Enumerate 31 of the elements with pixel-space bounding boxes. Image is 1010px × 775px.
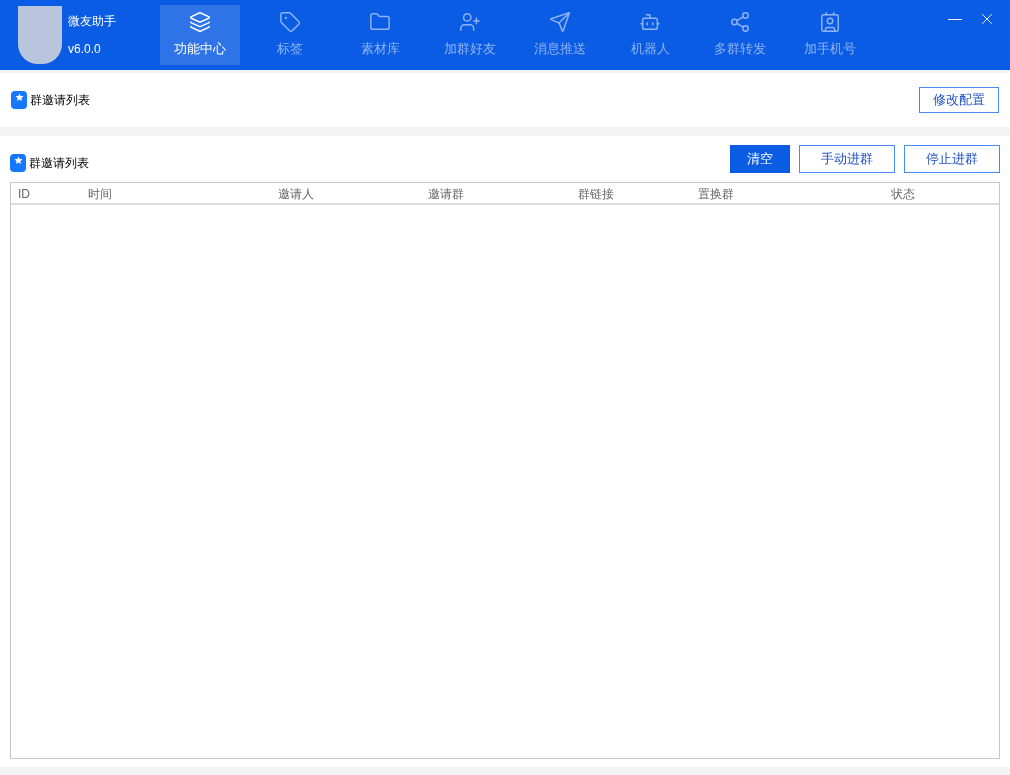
nav-tab[interactable]: 功能中心 xyxy=(160,5,240,65)
action-button[interactable]: 停止进群 xyxy=(904,145,1000,173)
column-header: 状态 xyxy=(891,187,915,201)
contact-card-icon xyxy=(819,11,841,34)
column-header: 群链接 xyxy=(578,187,614,201)
avatar-placeholder xyxy=(18,6,62,64)
edit-config-button[interactable]: 修改配置 xyxy=(919,87,999,113)
nav-tab[interactable]: 标签 xyxy=(250,5,330,65)
column-header: 邀请人 xyxy=(278,187,314,201)
panel-title: 群邀请列表 xyxy=(30,92,90,109)
nav-tab[interactable]: 素材库 xyxy=(340,5,420,65)
column-header: 邀请群 xyxy=(428,187,464,201)
column-header: 时间 xyxy=(88,187,112,201)
nav-tab[interactable]: 机器人 xyxy=(610,5,690,65)
nav-tab[interactable]: 加手机号 xyxy=(790,5,870,65)
action-button[interactable]: 清空 xyxy=(730,145,790,173)
column-header: ID xyxy=(18,187,30,201)
app-version: v6.0.0 xyxy=(68,41,102,58)
panel-title: 群邀请列表 xyxy=(29,155,89,172)
nav-tab[interactable]: 消息推送 xyxy=(520,5,600,65)
tag-icon xyxy=(279,11,301,34)
nav-tab[interactable]: 加群好友 xyxy=(430,5,510,65)
share-icon xyxy=(729,11,751,34)
minimize-icon xyxy=(948,18,962,20)
nav-tab[interactable]: 多群转发 xyxy=(700,5,780,65)
column-header: 置换群 xyxy=(698,187,734,201)
paper-plane-icon xyxy=(549,11,571,34)
action-button[interactable]: 手动进群 xyxy=(799,145,895,173)
layers-icon xyxy=(189,11,211,34)
user-plus-icon xyxy=(459,11,481,34)
app-name: 微友助手 xyxy=(68,13,116,30)
